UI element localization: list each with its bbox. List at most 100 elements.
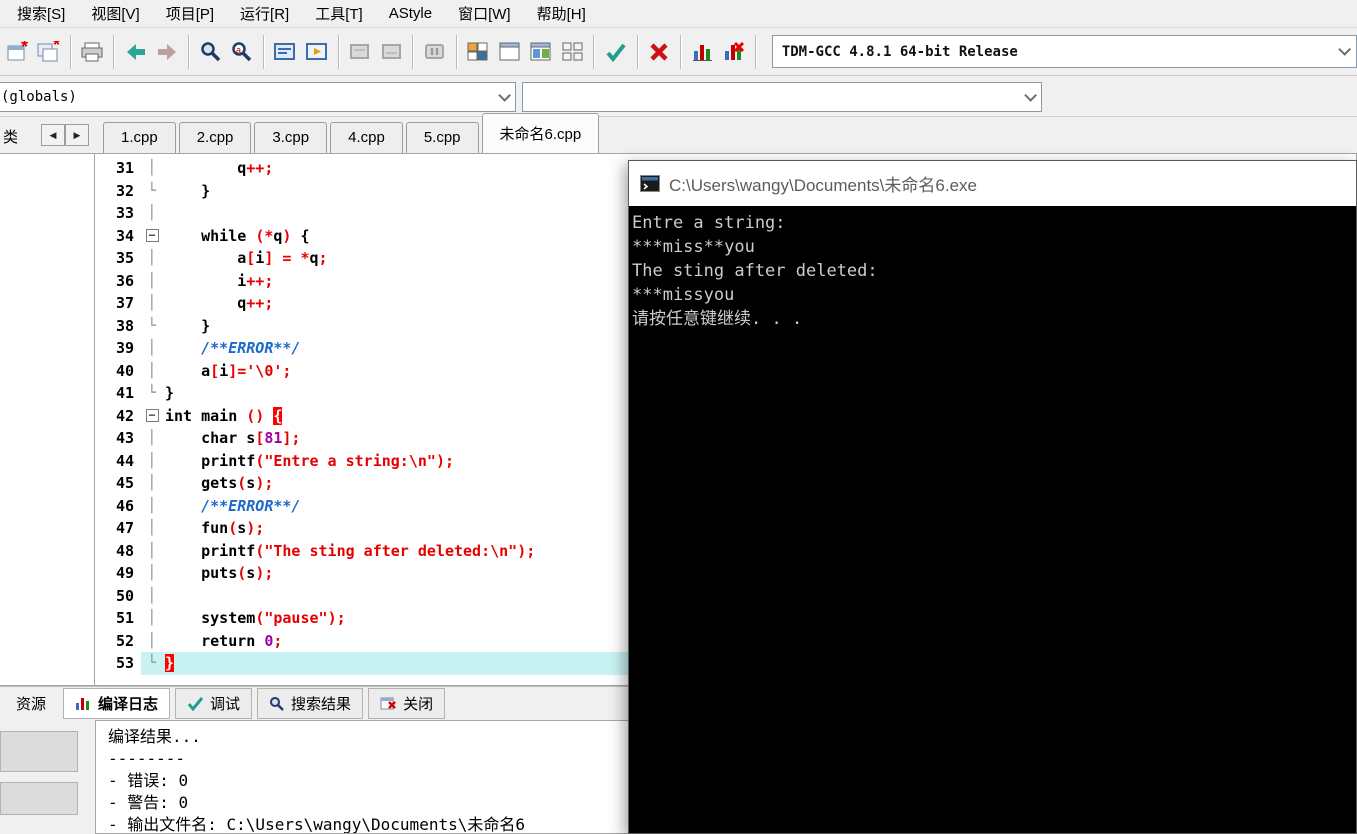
compile-icon (273, 41, 297, 63)
class-browser-combo-row: (globals) (0, 77, 1357, 117)
menu-item[interactable]: AStyle (376, 2, 445, 25)
run-button[interactable] (302, 33, 331, 71)
globals-combo[interactable]: (globals) (0, 82, 516, 112)
bottom-tab-label: 搜索结果 (291, 696, 352, 713)
replace-button[interactable]: a (227, 33, 256, 71)
pause-button[interactable] (420, 33, 449, 71)
fold-marker: └ (147, 385, 157, 401)
fold-marker: │ (147, 272, 157, 289)
line-number: 52 (95, 629, 141, 652)
menu-item[interactable]: 运行[R] (227, 0, 302, 27)
window-layout-2-icon (499, 42, 521, 62)
menu-item[interactable]: 工具[T] (302, 0, 376, 27)
window-layout-1-button[interactable] (464, 33, 493, 71)
menu-item[interactable]: 项目[P] (153, 0, 227, 27)
chevron-down-icon (1338, 43, 1351, 56)
console-icon (640, 175, 660, 192)
toolbar-separator (412, 34, 415, 69)
compiler-select-value: TDM-GCC 4.8.1 64-bit Release (781, 43, 1018, 60)
log-side-box (0, 731, 78, 772)
fold-marker: └ (147, 182, 157, 199)
compile-run-button[interactable] (346, 33, 375, 71)
fold-collapse-icon[interactable]: − (141, 225, 163, 248)
line-number: 34 (95, 224, 141, 247)
fold-marker: │ (147, 295, 157, 311)
syntax-check-button[interactable] (601, 33, 630, 71)
tab-unnamed6cpp[interactable]: 未命名6.cpp (481, 113, 600, 153)
profile-icon (691, 41, 715, 63)
window-layout-4-button[interactable] (558, 33, 587, 71)
fold-marker: │ (147, 497, 157, 514)
line-number: 38 (95, 314, 141, 337)
save-button[interactable]: * (3, 33, 32, 71)
profile-button[interactable] (688, 33, 717, 71)
menu-item[interactable]: 视图[V] (78, 0, 152, 27)
tab-2cpp[interactable]: 2.cpp (178, 122, 252, 153)
window-layout-1-icon (467, 42, 489, 62)
tab-3cpp[interactable]: 3.cpp (254, 122, 328, 153)
svg-text:*: * (21, 41, 28, 57)
chevron-down-icon (498, 88, 511, 102)
fold-marker: └ (141, 652, 163, 675)
tab-scroll-left-button[interactable]: ◀ (41, 124, 65, 146)
line-number: 40 (95, 359, 141, 382)
line-number: 31 (95, 157, 141, 180)
save-as-button[interactable]: * (34, 33, 63, 71)
bottom-tab-debug[interactable]: 调试 (175, 688, 253, 719)
triangle-left-icon: ◀ (49, 129, 57, 140)
toolbar-separator (69, 34, 72, 69)
menu-item[interactable]: 窗口[W] (445, 0, 524, 27)
toolbar-separator (337, 34, 340, 69)
bottom-tab-close[interactable]: 关闭 (368, 688, 446, 719)
menu-item[interactable]: 帮助[H] (524, 0, 599, 27)
log-side-box (0, 782, 78, 815)
window-layout-3-button[interactable] (526, 33, 555, 71)
console-title-bar[interactable]: C:\Users\wangy\Documents\未命名6.exe (629, 161, 1356, 206)
fold-marker: │ (147, 542, 157, 559)
abort-button[interactable] (645, 33, 674, 71)
class-browser-panel[interactable] (0, 153, 95, 686)
menu-item[interactable]: 搜索[S] (4, 0, 78, 27)
compiler-select[interactable]: TDM-GCC 4.8.1 64-bit Release (771, 35, 1357, 68)
replace-icon: a (230, 40, 254, 64)
window-layout-2-button[interactable] (495, 33, 524, 71)
members-combo[interactable] (522, 82, 1042, 112)
tab-scroll-right-button[interactable]: ▶ (65, 124, 89, 146)
tab-scroll-buttons: ◀ ▶ (41, 124, 89, 146)
fold-collapse-icon[interactable]: − (141, 405, 163, 428)
tab-4cpp[interactable]: 4.cpp (330, 122, 403, 153)
editor-tab-row: 类 ◀ ▶ 1.cpp 2.cpp 3.cpp 4.cpp 5.cpp 未命名6… (0, 113, 1357, 153)
file-tabs: 1.cpp 2.cpp 3.cpp 4.cpp 5.cpp 未命名6.cpp (103, 113, 602, 153)
tab-1cpp[interactable]: 1.cpp (103, 122, 176, 153)
print-button[interactable] (78, 33, 107, 71)
rebuild-button[interactable] (377, 33, 406, 71)
globals-combo-value: (globals) (1, 89, 77, 105)
toolbar-separator (113, 34, 116, 69)
toolbar-separator (680, 34, 683, 69)
toolbar-separator (455, 34, 458, 69)
compile-button[interactable] (271, 33, 300, 71)
console-output[interactable]: Entre a string: ***miss**you The sting a… (629, 206, 1356, 833)
fold-marker: │ (147, 475, 157, 491)
fold-marker: │ (147, 362, 157, 379)
redo-button[interactable] (153, 33, 182, 71)
bottom-tab-search-results[interactable]: 搜索结果 (257, 688, 364, 719)
find-button[interactable] (196, 33, 225, 71)
toolbar-separator (262, 34, 265, 69)
line-number: 35 (95, 247, 141, 270)
profile-delete-button[interactable] (719, 33, 748, 71)
left-panel-tab-class[interactable]: 类 (0, 124, 21, 149)
line-number: 45 (95, 472, 141, 495)
print-icon (80, 41, 104, 63)
line-number: 36 (95, 269, 141, 292)
bottom-tab-compile-log[interactable]: 编译日志 (63, 688, 171, 719)
fold-marker: │ (147, 632, 157, 649)
tab-5cpp[interactable]: 5.cpp (405, 122, 479, 153)
toolbar-separator (754, 34, 757, 69)
toolbar-separator (187, 34, 190, 69)
bottom-tab-resources[interactable]: 资源 (4, 688, 58, 719)
console-line: 请按任意键继续. . . (632, 309, 803, 329)
syntax-check-icon (604, 40, 628, 64)
undo-icon (124, 40, 148, 64)
undo-button[interactable] (121, 33, 150, 71)
